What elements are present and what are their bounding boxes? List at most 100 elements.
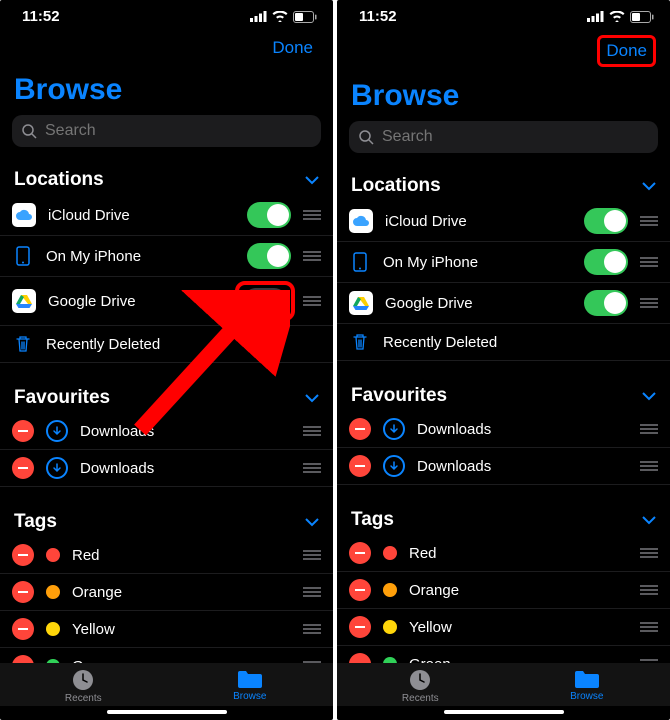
drag-handle-icon[interactable] [303, 587, 321, 597]
row-label: Downloads [417, 458, 628, 475]
drag-handle-icon[interactable] [303, 296, 321, 306]
drag-handle-icon[interactable] [640, 622, 658, 632]
location-row-icloud-drive[interactable]: iCloud Drive [0, 195, 333, 236]
row-label: Downloads [80, 423, 291, 440]
remove-icon[interactable] [349, 455, 371, 477]
nav-bar: Done [337, 29, 670, 77]
remove-icon[interactable] [349, 542, 371, 564]
iphone-toggle[interactable] [247, 243, 291, 269]
remove-icon[interactable] [12, 655, 34, 663]
tag-row-green[interactable]: Green [0, 648, 333, 663]
location-row-on-my-iphone[interactable]: On My iPhone [337, 242, 670, 283]
tag-row-green[interactable]: Green [337, 646, 670, 663]
tag-color-dot [383, 583, 397, 597]
row-label: iCloud Drive [48, 207, 235, 224]
tab-browse[interactable]: Browse [167, 669, 334, 704]
favourite-row-downloads-1[interactable]: Downloads [0, 413, 333, 450]
drag-handle-icon[interactable] [640, 298, 658, 308]
drag-handle-icon[interactable] [303, 463, 321, 473]
battery-icon [293, 11, 317, 23]
icloud-toggle[interactable] [584, 208, 628, 234]
drag-handle-icon[interactable] [303, 550, 321, 560]
remove-icon[interactable] [349, 579, 371, 601]
done-button[interactable]: Done [597, 35, 656, 67]
favourite-row-downloads-1[interactable]: Downloads [337, 411, 670, 448]
location-row-google-drive[interactable]: Google Drive [337, 283, 670, 324]
tag-row-orange[interactable]: Orange [0, 574, 333, 611]
highlight-box [235, 281, 295, 321]
row-label: Red [72, 547, 291, 564]
location-row-recently-deleted[interactable]: Recently Deleted [0, 326, 333, 363]
tag-row-red[interactable]: Red [0, 537, 333, 574]
remove-icon[interactable] [12, 544, 34, 566]
favourite-row-downloads-2[interactable]: Downloads [337, 448, 670, 485]
download-icon [383, 455, 405, 477]
tag-color-dot [383, 546, 397, 560]
status-icons [587, 11, 654, 23]
location-row-icloud-drive[interactable]: iCloud Drive [337, 201, 670, 242]
tag-row-orange[interactable]: Orange [337, 572, 670, 609]
page-title: Browse [337, 77, 670, 121]
search-icon [359, 130, 374, 145]
drag-handle-icon[interactable] [640, 216, 658, 226]
search-input[interactable] [45, 122, 311, 140]
tag-row-yellow[interactable]: Yellow [0, 611, 333, 648]
drag-handle-icon[interactable] [640, 461, 658, 471]
trash-icon [349, 331, 371, 353]
tag-row-red[interactable]: Red [337, 535, 670, 572]
drag-handle-icon[interactable] [303, 624, 321, 634]
remove-icon[interactable] [349, 653, 371, 663]
clock-icon [72, 669, 94, 691]
section-title: Locations [14, 169, 104, 191]
cellular-icon [587, 11, 604, 22]
iphone-toggle[interactable] [584, 249, 628, 275]
drag-handle-icon[interactable] [640, 585, 658, 595]
section-title: Favourites [351, 385, 447, 407]
row-label: Recently Deleted [383, 334, 658, 351]
location-row-on-my-iphone[interactable]: On My iPhone [0, 236, 333, 277]
done-button[interactable]: Done [266, 35, 319, 61]
tab-recents[interactable]: Recents [0, 669, 167, 704]
search-field[interactable] [12, 115, 321, 147]
section-title: Locations [351, 175, 441, 197]
favourites-header[interactable]: Favourites [337, 375, 670, 411]
locations-header[interactable]: Locations [0, 159, 333, 195]
remove-icon[interactable] [12, 457, 34, 479]
locations-header[interactable]: Locations [337, 165, 670, 201]
chevron-down-icon [642, 392, 656, 401]
favourite-row-downloads-2[interactable]: Downloads [0, 450, 333, 487]
drag-handle-icon[interactable] [303, 251, 321, 261]
tag-row-yellow[interactable]: Yellow [337, 609, 670, 646]
download-icon [46, 457, 68, 479]
battery-icon [630, 11, 654, 23]
tags-header[interactable]: Tags [0, 501, 333, 537]
google-drive-toggle[interactable] [243, 288, 287, 314]
tags-header[interactable]: Tags [337, 499, 670, 535]
drag-handle-icon[interactable] [640, 548, 658, 558]
tab-label: Browse [570, 691, 603, 702]
drag-handle-icon[interactable] [303, 426, 321, 436]
search-input[interactable] [382, 128, 648, 146]
remove-icon[interactable] [12, 618, 34, 640]
favourites-header[interactable]: Favourites [0, 377, 333, 413]
tab-bar: Recents Browse [0, 663, 333, 706]
icloud-toggle[interactable] [247, 202, 291, 228]
home-indicator[interactable] [444, 710, 564, 714]
location-row-google-drive[interactable]: Google Drive [0, 277, 333, 326]
search-field[interactable] [349, 121, 658, 153]
home-indicator[interactable] [107, 710, 227, 714]
drag-handle-icon[interactable] [303, 210, 321, 220]
tab-browse[interactable]: Browse [504, 669, 670, 704]
icloud-icon [12, 203, 36, 227]
google-drive-toggle[interactable] [584, 290, 628, 316]
remove-icon[interactable] [12, 581, 34, 603]
location-row-recently-deleted[interactable]: Recently Deleted [337, 324, 670, 361]
remove-icon[interactable] [12, 420, 34, 442]
row-label: Yellow [409, 619, 628, 636]
remove-icon[interactable] [349, 616, 371, 638]
content: Locations iCloud Drive On My iPhone Goog… [0, 159, 333, 663]
remove-icon[interactable] [349, 418, 371, 440]
drag-handle-icon[interactable] [640, 257, 658, 267]
tab-recents[interactable]: Recents [337, 669, 504, 704]
drag-handle-icon[interactable] [640, 424, 658, 434]
